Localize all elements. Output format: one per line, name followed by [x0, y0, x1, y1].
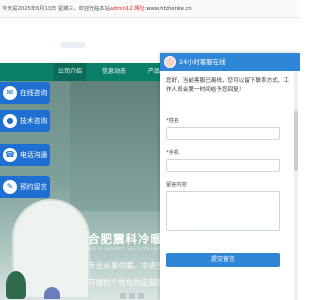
hero-wall-panel: [70, 81, 165, 211]
phone-icon: ☎: [3, 148, 17, 162]
avatar: [164, 56, 176, 68]
chat-body: 您好，当前客服已离线，您可以留下联系方式、工作人员会第一时间给予您回复！ *姓名…: [160, 71, 300, 300]
chat-scrollbar[interactable]: [294, 71, 298, 300]
page-dot[interactable]: [138, 293, 144, 299]
chat-title: 24小时客服在线: [179, 58, 226, 66]
tech-consult-label: 技术咨询: [20, 117, 48, 125]
page-dot[interactable]: [120, 293, 126, 299]
top-info-bar: 今天是2025年6月13日 星期三，欢迎光临本站admin12 网址:www.h…: [0, 0, 300, 18]
nav-item-news[interactable]: 信息动态: [102, 63, 126, 81]
appointment-label: 预约留言: [20, 183, 48, 191]
pagination-dots: [120, 293, 144, 299]
nav-item-company[interactable]: 公司介绍: [54, 63, 87, 81]
scrollbar-thumb[interactable]: [294, 111, 298, 171]
admin-link[interactable]: admin12 网址:: [110, 6, 147, 12]
name-label: *姓名: [166, 118, 179, 124]
hero-text-line-1: 专业从事供暖、中央空: [88, 261, 164, 270]
content-label: 留言内容: [166, 182, 187, 188]
header-decoration: [60, 42, 86, 48]
person-icon: ●: [3, 114, 17, 128]
phone-label: *手机: [166, 150, 179, 156]
chat-icon: ✉: [3, 86, 17, 100]
person-illustration: [44, 287, 60, 299]
hero-subtitle: HEFEI SEISMIC SECTION HEAT: [88, 247, 165, 252]
phone-field[interactable]: [166, 159, 280, 172]
site-url[interactable]: www.hfzhenke.cn: [146, 6, 191, 12]
phone-label: 电话沟通: [20, 151, 48, 159]
message-textarea[interactable]: [166, 191, 280, 231]
offline-message: 您好，当前客服已离线，您可以留下联系方式、工作人员会第一时间给予您回复！: [166, 78, 290, 93]
chat-header[interactable]: 24小时客服在线: [160, 53, 300, 71]
hero-text-line-2: 可提供个性化的定制服: [88, 278, 164, 287]
name-field[interactable]: [166, 127, 280, 140]
plant-illustration: [6, 271, 26, 299]
message-icon: ✎: [3, 180, 17, 194]
appointment-button[interactable]: ✎ 预约留言: [0, 176, 50, 198]
nav-item-products[interactable]: 产品: [148, 63, 160, 81]
online-consult-label: 在线咨询: [20, 89, 48, 97]
page: 今天是2025年6月13日 星期三，欢迎光临本站admin12 网址:www.h…: [0, 0, 300, 300]
hero-title: 合肥震科冷暖: [88, 232, 163, 246]
date-welcome-text: 今天是2025年6月13日 星期三，欢迎光临本站: [2, 6, 110, 12]
phone-button[interactable]: ☎ 电话沟通: [0, 144, 50, 166]
online-consult-button[interactable]: ✉ 在线咨询: [0, 82, 50, 104]
chat-window: 24小时客服在线 您好，当前客服已离线，您可以留下联系方式、工作人员会第一时间给…: [160, 53, 300, 300]
page-dot[interactable]: [129, 293, 135, 299]
tech-consult-button[interactable]: ● 技术咨询: [0, 110, 50, 132]
submit-button[interactable]: 提交留言: [166, 253, 280, 267]
